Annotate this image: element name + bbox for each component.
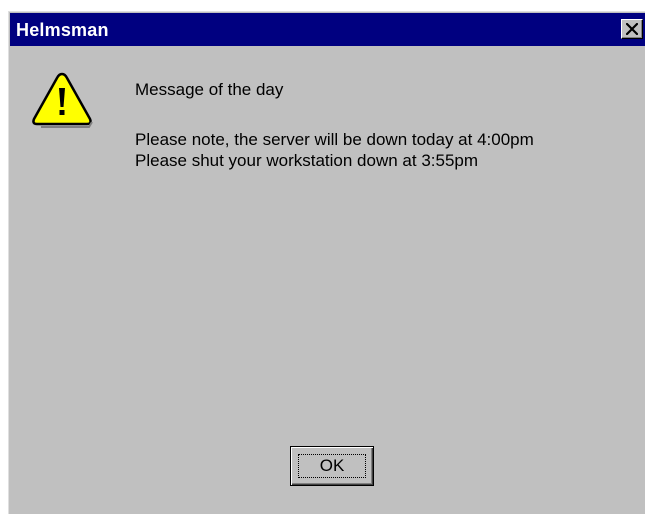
title-bar[interactable]: Helmsman	[10, 13, 645, 46]
ok-button[interactable]: OK	[290, 446, 374, 486]
ok-button-label: OK	[319, 456, 345, 475]
close-icon	[626, 23, 638, 35]
message-line-2: Please shut your workstation down at 3:5…	[135, 151, 479, 170]
message-line-1: Please note, the server will be down tod…	[135, 130, 534, 149]
warning-icon	[32, 72, 93, 128]
message-dialog: Helmsman Message of the day Please note,…	[8, 11, 645, 514]
close-button[interactable]	[621, 19, 643, 39]
message-title: Message of the day	[135, 80, 284, 99]
window-title: Helmsman	[16, 20, 109, 40]
